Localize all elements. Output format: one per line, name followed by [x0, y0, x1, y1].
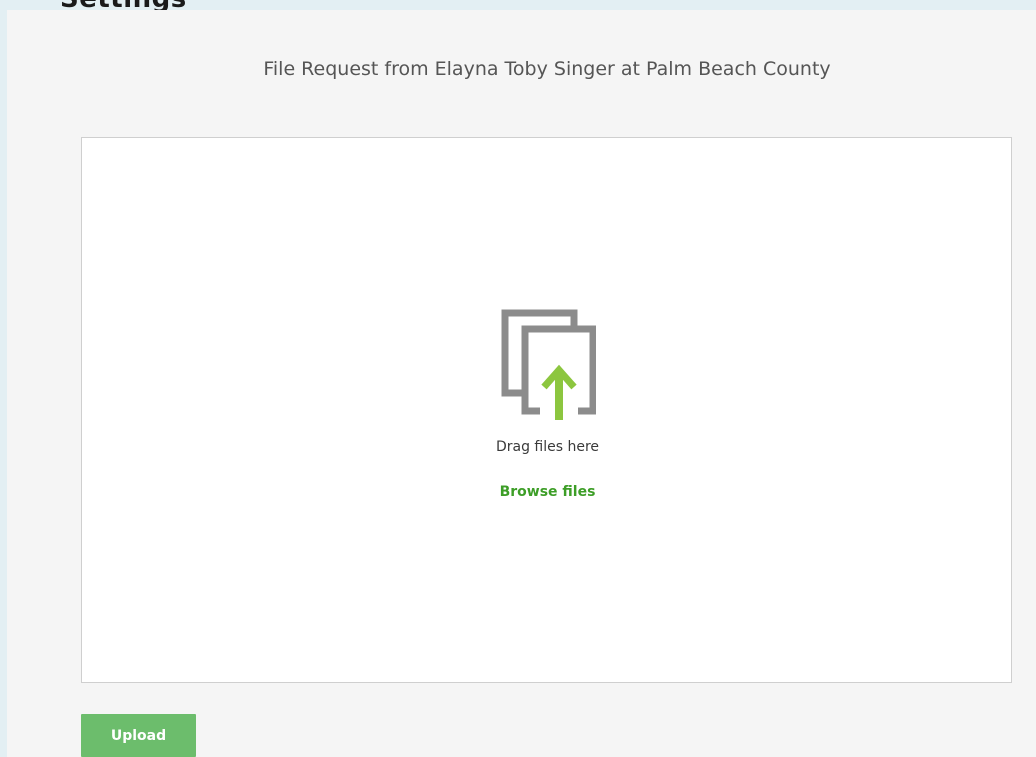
- top-header-strip: Settings: [0, 0, 1036, 10]
- request-title: File Request from Elayna Toby Singer at …: [263, 58, 831, 80]
- upload-files-icon: [501, 309, 596, 420]
- file-request-panel: File Request from Elayna Toby Singer at …: [7, 10, 1036, 757]
- clipped-heading: Settings: [60, 0, 187, 10]
- drag-files-hint: Drag files here: [495, 439, 600, 455]
- file-dropzone[interactable]: Drag files here Browse files: [81, 137, 1012, 683]
- browse-files-link[interactable]: Browse files: [82, 484, 1013, 500]
- upload-button[interactable]: Upload: [81, 714, 196, 757]
